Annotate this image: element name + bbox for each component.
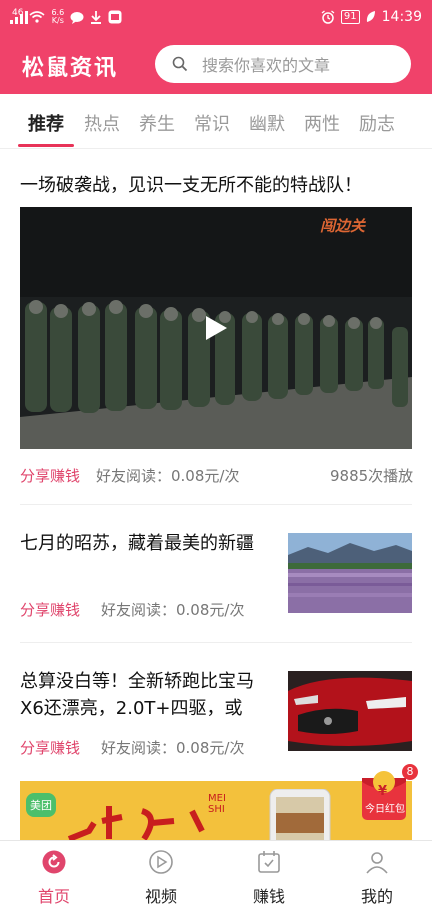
friend-read-rate: 好友阅读：0.08元/次	[96, 467, 240, 485]
red-packet-button[interactable]: ¥ 今日红包 8	[362, 764, 418, 820]
alarm-icon	[321, 10, 335, 24]
article-title[interactable]: 七月的昭苏，藏着最美的新疆	[20, 530, 275, 557]
status-bar: 46 6.6 K/s 91 14:39	[0, 0, 432, 36]
friend-read-rate: 好友阅读：0.08元/次	[101, 739, 245, 757]
wifi-icon	[29, 11, 45, 23]
app-notification-icon	[108, 10, 122, 24]
nav-profile[interactable]: 我的	[342, 849, 412, 907]
video-post-title[interactable]: 一场破袭战，见识一支无所不能的特战队！	[20, 171, 415, 197]
play-circle-icon	[149, 850, 173, 874]
message-icon	[70, 11, 84, 24]
person-icon	[366, 852, 388, 874]
nav-earn-label: 赚钱	[252, 887, 285, 906]
divider	[20, 642, 412, 643]
nav-earn[interactable]: 赚钱	[234, 849, 304, 907]
tab-health[interactable]: 养生	[139, 110, 175, 136]
tab-knowledge[interactable]: 常识	[194, 110, 230, 136]
red-packet-label: 今日红包	[365, 804, 405, 815]
friend-read-rate: 好友阅读：0.08元/次	[101, 601, 245, 619]
net-speed: 6.6 K/s	[51, 9, 64, 25]
nav-home[interactable]: 首页	[19, 849, 89, 907]
tab-humor[interactable]: 幽默	[249, 110, 285, 136]
home-icon	[42, 850, 66, 874]
share-earn-link[interactable]: 分享赚钱	[20, 599, 80, 620]
tab-inspiration[interactable]: 励志	[359, 110, 395, 136]
share-earn-link[interactable]: 分享赚钱	[20, 465, 80, 486]
landscape-image	[288, 533, 412, 613]
app-header: 松鼠资讯 搜索你喜欢的文章	[0, 36, 432, 94]
search-icon	[172, 56, 188, 72]
ad-calligraphy	[67, 806, 205, 841]
red-packet-badge: 8	[402, 764, 418, 780]
video-watermark: 闯边关	[320, 217, 366, 235]
tab-relationship[interactable]: 两性	[304, 110, 340, 136]
signal-type: 46	[12, 8, 24, 18]
clock: 14:39	[381, 9, 422, 25]
phone-image	[269, 789, 331, 841]
play-count: 9885次播放	[330, 467, 414, 485]
active-tab-indicator	[18, 144, 74, 147]
red-packet-currency: ¥	[378, 784, 388, 799]
net-speed-unit: K/s	[51, 16, 64, 25]
search-bar[interactable]: 搜索你喜欢的文章	[155, 45, 411, 83]
tab-recommend[interactable]: 推荐	[28, 110, 64, 136]
car-image	[288, 671, 412, 751]
search-placeholder: 搜索你喜欢的文章	[202, 56, 331, 75]
video-player[interactable]: 闯边关	[20, 207, 412, 449]
meituan-badge: 美团	[26, 793, 56, 817]
status-left: 46 6.6 K/s	[10, 8, 122, 25]
nav-video[interactable]: 视频	[126, 849, 196, 907]
status-right: 91 14:39	[321, 9, 422, 25]
leaf-icon	[366, 11, 375, 22]
share-earn-link[interactable]: 分享赚钱	[20, 737, 80, 758]
nav-video-label: 视频	[144, 887, 177, 906]
ad-english-text: MEI SHI	[208, 793, 226, 815]
category-tabs: 推荐 热点 养生 常识 幽默 两性 励志	[0, 94, 432, 149]
play-icon[interactable]	[204, 315, 228, 341]
bottom-navigation: 首页 视频 赚钱 我的	[0, 840, 432, 913]
download-icon	[91, 10, 102, 24]
tab-hot[interactable]: 热点	[84, 110, 120, 136]
battery-indicator: 91	[340, 10, 360, 24]
article-thumbnail[interactable]	[288, 671, 412, 751]
nav-home-label: 首页	[37, 887, 70, 906]
nav-profile-label: 我的	[360, 887, 393, 906]
ad-banner[interactable]: 美团 MEI SHI	[20, 781, 412, 841]
calendar-check-icon	[258, 851, 280, 873]
article-title[interactable]: 总算没白等！全新轿跑比宝马X6还漂亮，2.0T+四驱，或	[20, 668, 275, 722]
article-thumbnail[interactable]	[288, 533, 412, 613]
divider	[20, 504, 412, 505]
app-logo: 松鼠资讯	[22, 56, 119, 81]
